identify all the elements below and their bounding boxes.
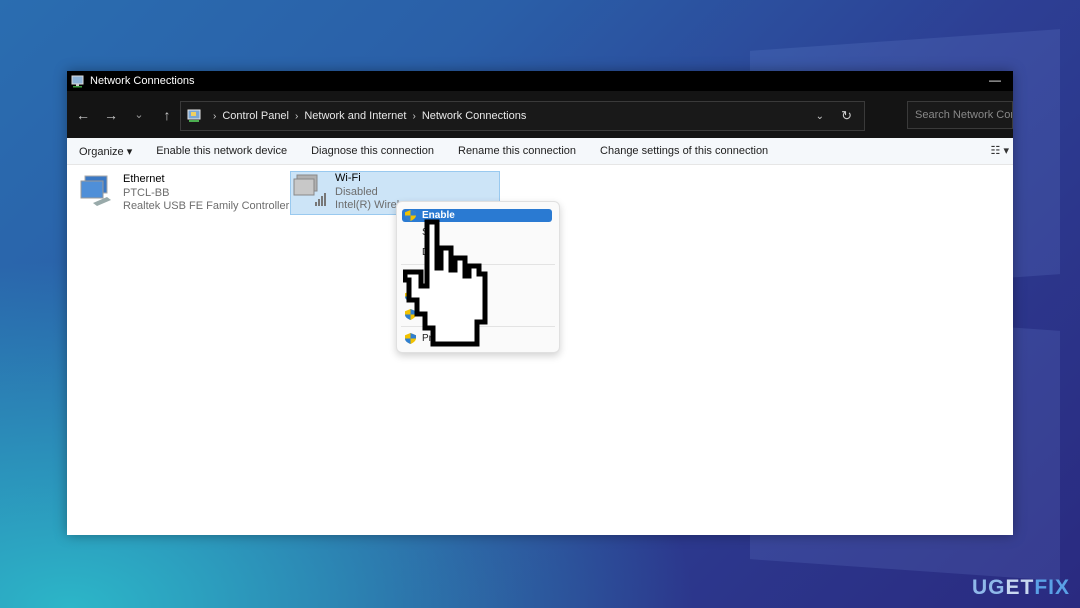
connection-name: Wi-Fi	[335, 172, 361, 184]
diagnose-button[interactable]: Diagnose this connection	[311, 145, 434, 157]
address-bar[interactable]: › Control Panel › Network and Internet ›…	[180, 101, 865, 131]
control-panel-icon	[187, 109, 201, 122]
wifi-adapter-icon	[293, 174, 326, 206]
connection-status: Disabled	[335, 185, 378, 198]
back-button[interactable]: ←	[69, 107, 97, 123]
forward-button[interactable]: →	[97, 107, 125, 123]
minimize-button[interactable]: —	[989, 73, 1001, 87]
recent-locations-button[interactable]: ⌄	[125, 108, 153, 121]
refresh-button[interactable]: ↻	[841, 108, 852, 124]
organize-menu[interactable]: Organize ▾	[79, 145, 132, 158]
connection-ethernet[interactable]: Ethernet PTCL-BB Realtek USB FE Family C…	[79, 173, 289, 214]
watermark-part: UG	[971, 576, 1006, 599]
window-title: Network Connections	[90, 75, 195, 87]
breadcrumb-separator: ›	[295, 110, 299, 122]
address-dropdown-button[interactable]: ⌄	[816, 111, 824, 122]
change-settings-button[interactable]: Change settings of this connection	[600, 145, 768, 157]
breadcrumb-network-and-internet[interactable]: Network and Internet	[304, 110, 406, 122]
network-connections-icon	[71, 75, 84, 87]
watermark-part: FIX	[1034, 576, 1070, 599]
connection-device: Intel(R) Wirel	[335, 199, 400, 211]
connection-name: Ethernet	[123, 173, 165, 185]
view-options-button[interactable]: ☷ ▾	[991, 144, 1009, 157]
ugetfix-watermark: UGETFIX	[972, 576, 1070, 600]
navigation-bar: ← → ⌄ ↑ › Control Panel › Network and In…	[67, 91, 1013, 138]
breadcrumb-network-connections[interactable]: Network Connections	[422, 110, 527, 122]
breadcrumb-control-panel[interactable]: Control Panel	[222, 110, 289, 122]
ethernet-adapter-icon	[80, 175, 111, 206]
up-button[interactable]: ↑	[153, 107, 181, 123]
enable-device-button[interactable]: Enable this network device	[156, 145, 287, 157]
connection-device: Realtek USB FE Family Controller	[123, 200, 290, 212]
search-input[interactable]: Search Network Conn	[907, 101, 1013, 129]
command-bar: Organize ▾ Enable this network device Di…	[67, 138, 1013, 165]
breadcrumb-separator: ›	[412, 110, 416, 122]
title-bar: Network Connections —	[67, 71, 1013, 91]
rename-button[interactable]: Rename this connection	[458, 145, 576, 157]
hand-cursor-icon	[403, 219, 488, 347]
connection-status: PTCL-BB	[123, 186, 170, 199]
watermark-part: ET	[1005, 576, 1035, 599]
breadcrumb-separator: ›	[213, 110, 217, 122]
